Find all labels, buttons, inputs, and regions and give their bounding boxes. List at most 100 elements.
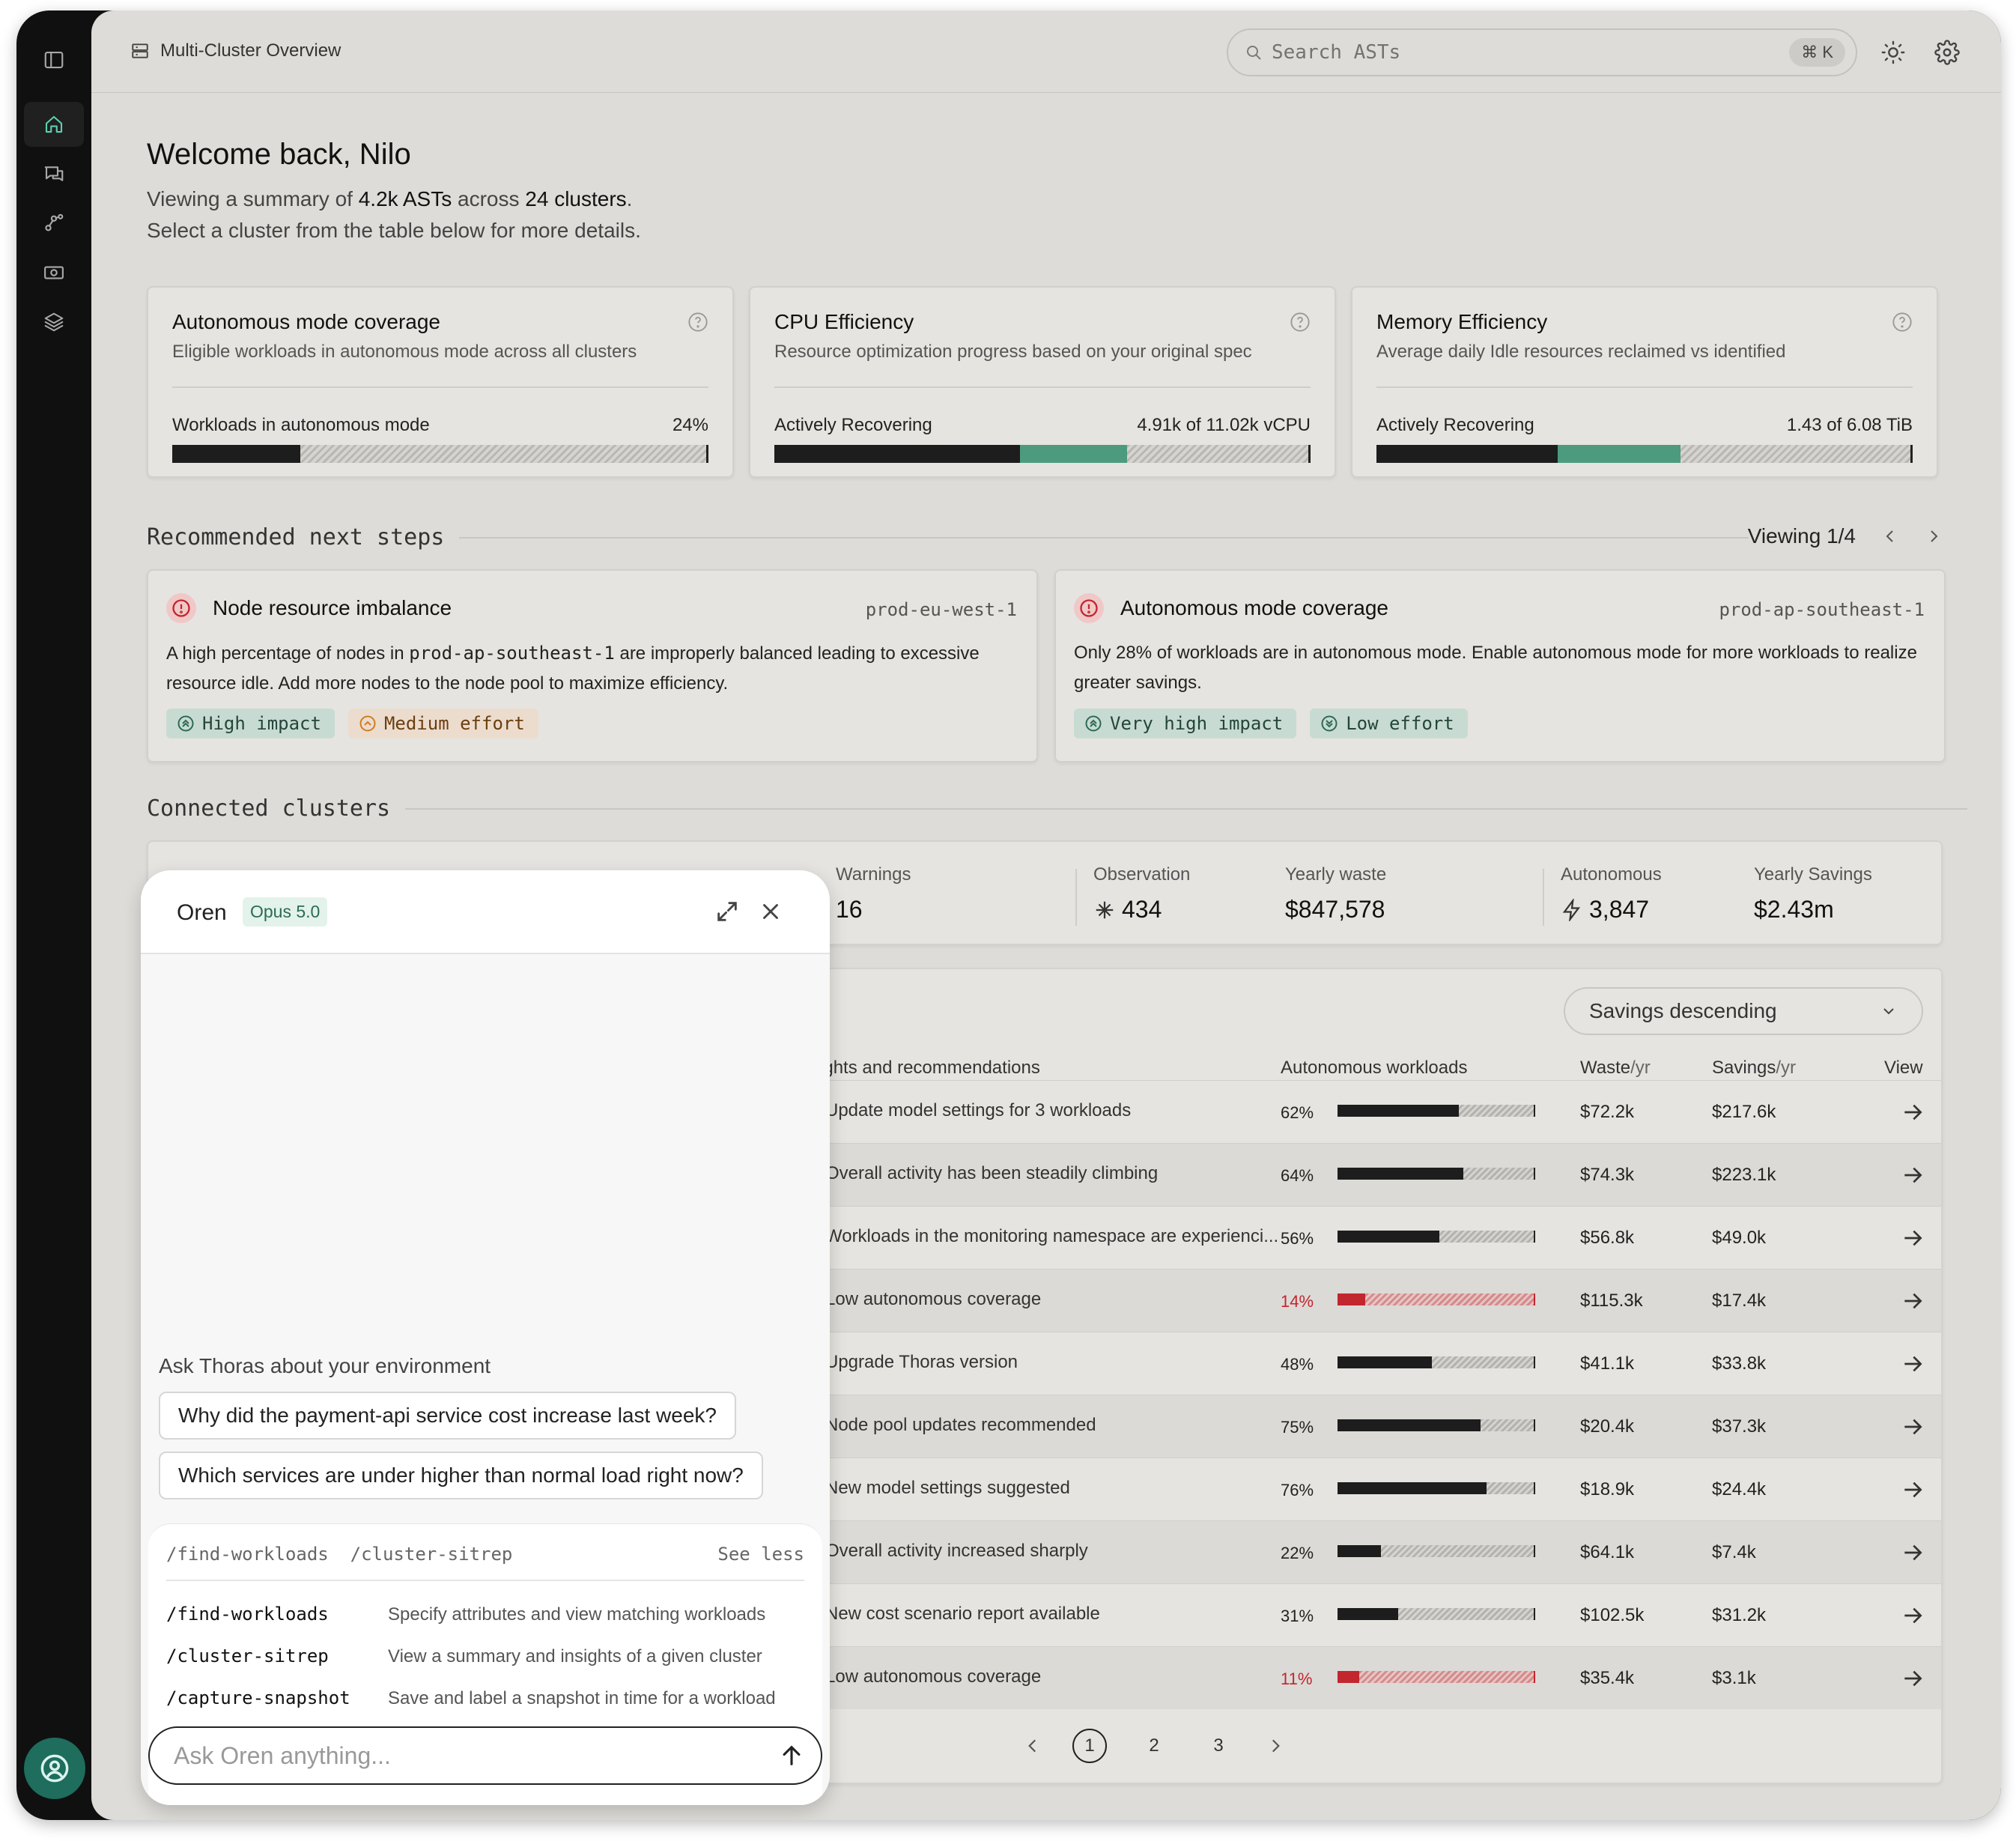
suggestion-chip[interactable]: Which services are under higher than nor… <box>159 1452 763 1499</box>
expand-icon[interactable] <box>714 899 743 927</box>
chevron-right-icon[interactable] <box>1266 1736 1285 1756</box>
page-title: Multi-Cluster Overview <box>160 40 341 61</box>
breadcrumb: Multi-Cluster Overview <box>130 40 341 61</box>
connected-heading: Connected clusters <box>147 795 1968 822</box>
waste-cell: $35.4k <box>1580 1668 1635 1688</box>
nav-graph-icon[interactable] <box>24 201 84 246</box>
theme-toggle-icon[interactable] <box>1877 36 1910 69</box>
recommendation-cluster: prod-ap-southeast-1 <box>1719 599 1925 620</box>
kpi-progress-bar <box>1376 445 1913 463</box>
page-3[interactable]: 3 <box>1201 1729 1236 1763</box>
recommendation-desc: A high percentage of nodes in prod-ap-so… <box>166 643 980 694</box>
chevron-right-icon[interactable] <box>1925 527 1943 545</box>
model-badge: Opus 5.0 <box>243 897 328 926</box>
alert-icon <box>1074 593 1104 623</box>
chat-input-box[interactable] <box>148 1726 822 1785</box>
recommendations-pager: Viewing 1/4 <box>1748 524 1943 548</box>
impact-tag: High impact <box>166 709 335 738</box>
kpi-value: 24% <box>672 415 708 435</box>
savings-cell: $33.8k <box>1712 1353 1767 1374</box>
lightning-icon <box>1562 898 1580 921</box>
effort-tag: Medium effort <box>347 709 538 738</box>
autonomous-bar <box>1338 1293 1535 1305</box>
send-arrow-icon[interactable] <box>779 1743 804 1768</box>
autonomous-bar <box>1338 1168 1535 1180</box>
recommendation-title: Autonomous mode coverage <box>1120 596 1388 619</box>
waste-cell: $72.2k <box>1580 1102 1635 1122</box>
view-arrow-icon[interactable] <box>1901 1100 1925 1124</box>
column-header-insights[interactable]: Insights and recommendations <box>795 1058 1040 1079</box>
help-icon[interactable] <box>687 312 708 333</box>
kpi-label: Workloads in autonomous mode <box>172 415 430 435</box>
savings-cell: $3.1k <box>1712 1668 1756 1688</box>
view-arrow-icon[interactable] <box>1901 1352 1925 1376</box>
savings-cell: $24.4k <box>1712 1479 1767 1499</box>
welcome-heading: Welcome back, Nilo <box>147 138 411 171</box>
command-item[interactable]: /capture-snapshot Save and label a snapsh… <box>166 1687 776 1709</box>
close-icon[interactable] <box>758 899 786 927</box>
page-2[interactable]: 2 <box>1137 1729 1171 1763</box>
search-bar[interactable]: ⌘ K <box>1227 28 1857 76</box>
column-header-view: View <box>1884 1058 1923 1078</box>
help-icon[interactable] <box>1290 312 1311 333</box>
kpi-title: Memory Efficiency <box>1376 310 1548 333</box>
suggestion-chip[interactable]: Why did the payment-api service cost inc… <box>159 1392 736 1440</box>
chat-input[interactable] <box>174 1741 779 1770</box>
help-icon[interactable] <box>1892 312 1913 333</box>
view-arrow-icon[interactable] <box>1901 1541 1925 1565</box>
nav-chat-icon[interactable] <box>24 151 84 196</box>
waste-cell: $115.3k <box>1580 1290 1643 1311</box>
nav-cost-icon[interactable] <box>24 250 84 295</box>
user-avatar[interactable] <box>24 1738 85 1799</box>
autonomous-percent: 31% <box>1281 1607 1314 1625</box>
waste-cell: $64.1k <box>1580 1542 1635 1562</box>
effort-tag: Low effort <box>1310 709 1468 738</box>
view-arrow-icon[interactable] <box>1901 1666 1925 1690</box>
page-1[interactable]: 1 <box>1072 1729 1107 1763</box>
settings-gear-icon[interactable] <box>1931 36 1964 69</box>
command-item[interactable]: /cluster-sitrep View a summary and insigh… <box>166 1646 762 1667</box>
sort-dropdown[interactable]: Savings descending <box>1564 987 1923 1035</box>
recommendation-card[interactable]: Node resource imbalance prod-eu-west-1 A… <box>147 569 1038 762</box>
chevron-left-icon[interactable] <box>1881 527 1899 545</box>
view-arrow-icon[interactable] <box>1901 1289 1925 1313</box>
waste-cell: $41.1k <box>1580 1353 1635 1374</box>
recommendation-card[interactable]: Autonomous mode coverage prod-ap-southea… <box>1054 569 1946 762</box>
autonomous-percent: 56% <box>1281 1229 1314 1248</box>
stat-yearly-waste: Yearly waste $847,578 <box>1285 864 1387 923</box>
stat-yearly-savings: Yearly Savings $2.43m <box>1754 864 1872 923</box>
chevrons-up-icon <box>177 715 194 732</box>
nav-layers-icon[interactable] <box>24 300 84 345</box>
kpi-card-memory: Memory Efficiency Average daily Idle res… <box>1351 286 1938 478</box>
pager-status: Viewing 1/4 <box>1747 524 1856 548</box>
autonomous-percent: 62% <box>1281 1103 1314 1122</box>
sidebar-toggle-icon[interactable] <box>24 37 84 82</box>
savings-cell: $37.3k <box>1712 1416 1767 1437</box>
command-item[interactable]: /find-workloads Specify attributes and vi… <box>166 1604 765 1625</box>
nav-home-icon[interactable] <box>24 102 84 147</box>
column-header-waste[interactable]: Waste/yr <box>1580 1058 1651 1079</box>
assistant-name: Oren <box>177 900 227 925</box>
view-arrow-icon[interactable] <box>1901 1478 1925 1502</box>
eye-off-icon <box>1096 901 1114 918</box>
view-arrow-icon[interactable] <box>1901 1163 1925 1187</box>
search-input[interactable] <box>1272 41 1781 64</box>
recommendation-desc: Only 28% of workloads are in autonomous … <box>1074 643 1917 693</box>
table-pagination: 1 2 3 <box>1023 1729 1285 1763</box>
view-arrow-icon[interactable] <box>1901 1415 1925 1439</box>
kpi-card-autonomous: Autonomous mode coverage Eligible worklo… <box>147 286 734 478</box>
chevron-left-icon[interactable] <box>1023 1736 1042 1756</box>
summary-line: Viewing a summary of 4.2k ASTs across 24… <box>147 187 633 210</box>
view-arrow-icon[interactable] <box>1901 1226 1925 1250</box>
autonomous-percent: 75% <box>1281 1418 1314 1437</box>
insight-cell: New model settings suggested <box>795 1478 1070 1499</box>
autonomous-bar <box>1338 1482 1535 1494</box>
view-arrow-icon[interactable] <box>1901 1604 1925 1628</box>
shortcut-badge: ⌘ K <box>1789 38 1845 67</box>
see-less-link[interactable]: See less <box>717 1544 804 1565</box>
column-header-savings[interactable]: Savings/yr <box>1712 1058 1796 1079</box>
kpi-progress-bar <box>172 445 708 463</box>
column-header-autonomous[interactable]: Autonomous workloads <box>1281 1058 1467 1079</box>
autonomous-percent: 76% <box>1281 1481 1314 1499</box>
kpi-label: Actively Recovering <box>774 415 932 435</box>
